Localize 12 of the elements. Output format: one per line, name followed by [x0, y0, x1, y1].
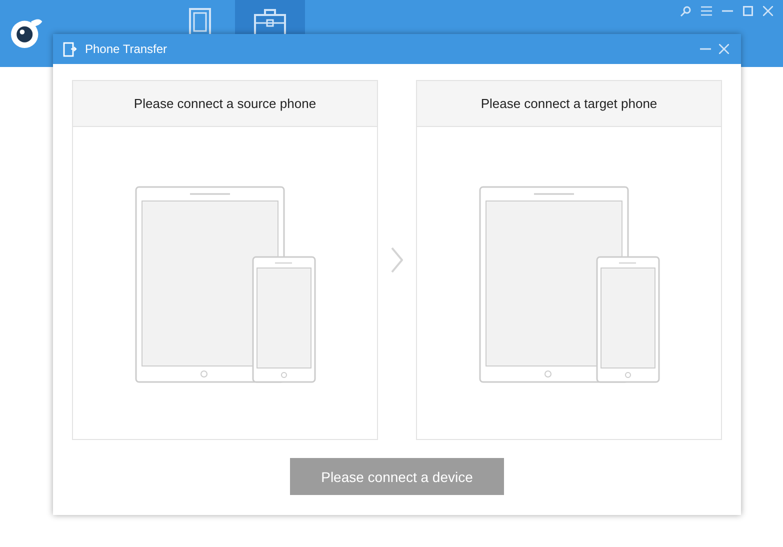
- minimize-icon[interactable]: [700, 48, 711, 50]
- maximize-icon[interactable]: [743, 6, 753, 16]
- minimize-icon[interactable]: [722, 10, 733, 12]
- close-icon[interactable]: [719, 44, 729, 54]
- dialog-title: Phone Transfer: [85, 42, 168, 56]
- panel-heading: Please connect a source phone: [73, 81, 377, 127]
- menu-icon[interactable]: [701, 6, 712, 16]
- device-icon: [187, 8, 213, 36]
- close-icon[interactable]: [763, 6, 773, 16]
- chevron-right-icon: [391, 247, 403, 273]
- panel-heading: Please connect a target phone: [417, 81, 721, 127]
- phone-transfer-icon: [63, 42, 77, 56]
